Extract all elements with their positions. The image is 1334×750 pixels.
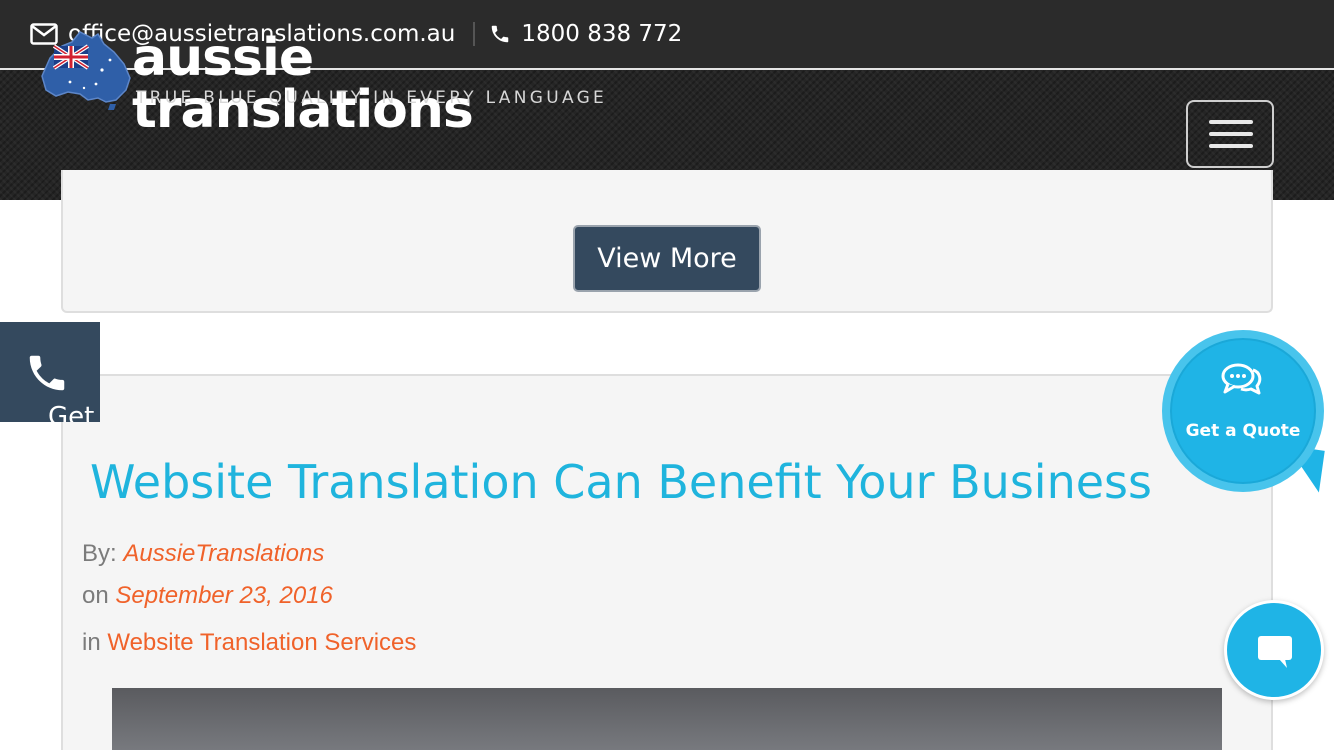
hamburger-menu-icon — [1209, 144, 1253, 148]
hamburger-menu-icon — [1209, 120, 1253, 124]
chat-icon — [1258, 636, 1292, 668]
get-a-quote-label[interactable]: Get a Quote — [1162, 421, 1324, 441]
phone-icon — [29, 355, 65, 391]
post-title[interactable]: Website Translation Can Benefit Your Bus… — [90, 455, 1152, 509]
menu-toggle-button[interactable] — [1186, 100, 1274, 168]
on-label: on — [82, 582, 109, 609]
australia-map-logo-icon — [41, 31, 131, 110]
logo-tagline: TRUE BLUE QUALITY IN EVERY LANGUAGE — [136, 88, 608, 108]
side-call-label: Get — [48, 402, 95, 422]
logo-wordmark: aussie translations — [132, 28, 474, 140]
post-author-link[interactable]: AussieTranslations — [123, 540, 324, 567]
chat-bubbles-icon — [1221, 363, 1262, 395]
hamburger-menu-icon — [1209, 132, 1253, 136]
post-author-line: By: AussieTranslations — [82, 540, 324, 568]
live-chat-button[interactable] — [1224, 600, 1324, 700]
side-call-tab[interactable]: Get — [0, 322, 100, 422]
post-category-line: in Website Translation Services — [82, 629, 416, 657]
view-more-button[interactable]: View More — [573, 225, 761, 292]
get-a-quote-button[interactable] — [1162, 330, 1324, 492]
post-date: September 23, 2016 — [115, 582, 333, 609]
in-label: in — [82, 629, 101, 656]
post-date-line: on September 23, 2016 — [82, 582, 333, 610]
by-label: By: — [82, 540, 117, 567]
post-featured-image[interactable] — [112, 688, 1222, 750]
site-logo[interactable]: aussie translations TRUE BLUE QUALITY IN… — [40, 30, 640, 136]
post-category-link[interactable]: Website Translation Services — [107, 629, 416, 656]
